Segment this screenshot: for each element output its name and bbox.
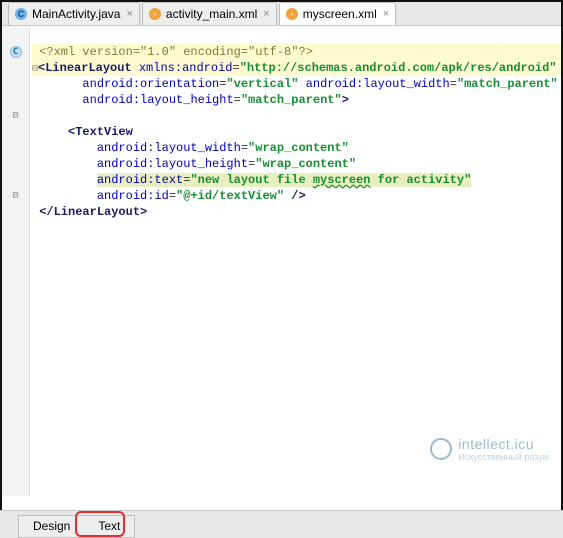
xml-declaration: <?xml version="1.0" encoding="utf-8"?> (39, 45, 313, 59)
fold-end-icon: ⊟ (12, 191, 18, 201)
close-icon[interactable]: × (383, 8, 389, 20)
file-tab-label: MainActivity.java (32, 7, 120, 21)
tab-design[interactable]: Design (18, 515, 84, 538)
code-area[interactable]: <?xml version="1.0" encoding="utf-8"?> ⊟… (30, 26, 561, 496)
file-tab-mainactivity[interactable]: C MainActivity.java × (8, 2, 140, 25)
xml-icon: ◦ (286, 8, 298, 20)
bottom-tab-bar: Design Text (0, 510, 563, 538)
editor-gutter: C ⊟ ⊟ (2, 26, 30, 496)
class-icon: C (15, 8, 27, 20)
code-editor[interactable]: C ⊟ ⊟ <?xml version="1.0" encoding="utf-… (2, 26, 561, 496)
class-gutter-icon: C (10, 46, 22, 58)
file-tab-label: myscreen.xml (303, 7, 377, 21)
file-tab-label: activity_main.xml (166, 7, 257, 21)
xml-icon: ◦ (149, 8, 161, 20)
file-tab-bar: C MainActivity.java × ◦ activity_main.xm… (2, 2, 561, 26)
close-icon[interactable]: × (263, 8, 269, 20)
file-tab-myscreen[interactable]: ◦ myscreen.xml × (279, 2, 396, 25)
file-tab-activitymain[interactable]: ◦ activity_main.xml × (142, 2, 277, 25)
close-icon[interactable]: × (126, 8, 132, 20)
tab-text[interactable]: Text (84, 515, 135, 538)
fold-icon[interactable]: ⊟ (12, 111, 18, 121)
